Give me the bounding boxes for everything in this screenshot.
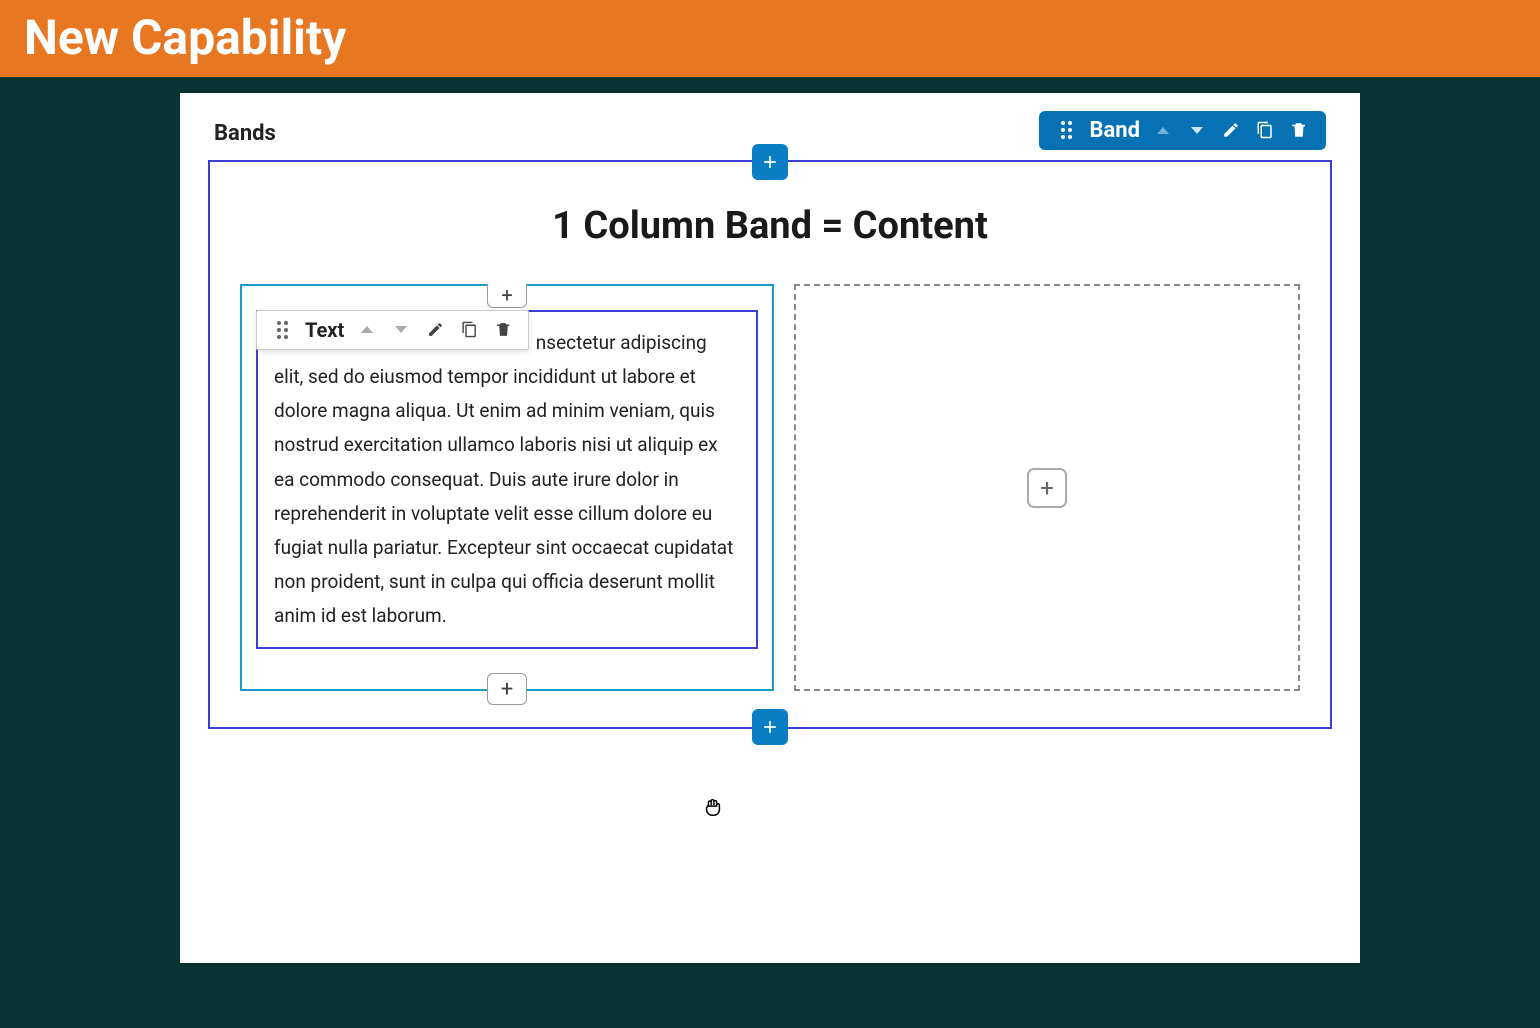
add-content-below-button[interactable]: + <box>487 673 527 705</box>
delete-icon[interactable] <box>1288 119 1310 141</box>
edit-icon[interactable] <box>1220 119 1242 141</box>
edit-icon[interactable] <box>424 319 446 341</box>
text-body: adipiscing elit, sed do eiusmod tempor i… <box>274 331 733 628</box>
add-band-below-button[interactable] <box>752 709 788 745</box>
page-header: New Capability <box>0 0 1540 77</box>
copy-icon[interactable] <box>1254 119 1276 141</box>
column-left[interactable]: + Text <box>240 284 774 692</box>
band-columns: + Text <box>240 284 1300 692</box>
copy-icon[interactable] <box>458 319 480 341</box>
drag-handle-icon[interactable] <box>1055 119 1077 141</box>
move-down-icon[interactable] <box>1186 119 1208 141</box>
delete-icon[interactable] <box>492 319 514 341</box>
add-content-button[interactable]: + <box>1027 468 1067 508</box>
add-content-above-button[interactable]: + <box>487 284 527 308</box>
editor-canvas: Bands Band 1 Colum <box>180 93 1360 963</box>
grab-cursor-icon <box>702 796 724 818</box>
move-up-icon[interactable] <box>1152 119 1174 141</box>
text-visible-suffix: nsectetur <box>536 331 616 354</box>
band-container[interactable]: 1 Column Band = Content + Text <box>208 160 1332 730</box>
page-title: New Capability <box>24 9 346 66</box>
band-toolbar[interactable]: Band <box>1039 111 1326 150</box>
add-band-above-button[interactable] <box>752 144 788 180</box>
band-toolbar-label: Band <box>1089 118 1140 143</box>
band-heading: 1 Column Band = Content <box>240 204 1300 248</box>
move-up-icon[interactable] <box>356 319 378 341</box>
text-toolbar-label: Text <box>305 318 344 342</box>
column-right-empty[interactable]: + <box>794 284 1300 692</box>
text-block[interactable]: Text <box>256 310 758 650</box>
bands-section: Bands Band 1 Colum <box>208 121 1332 730</box>
drag-handle-icon[interactable] <box>271 319 293 341</box>
text-toolbar[interactable]: Text <box>256 310 529 350</box>
move-down-icon[interactable] <box>390 319 412 341</box>
text-content[interactable]: Lorem ipsum dolor sit amet, consectetur … <box>274 326 740 634</box>
